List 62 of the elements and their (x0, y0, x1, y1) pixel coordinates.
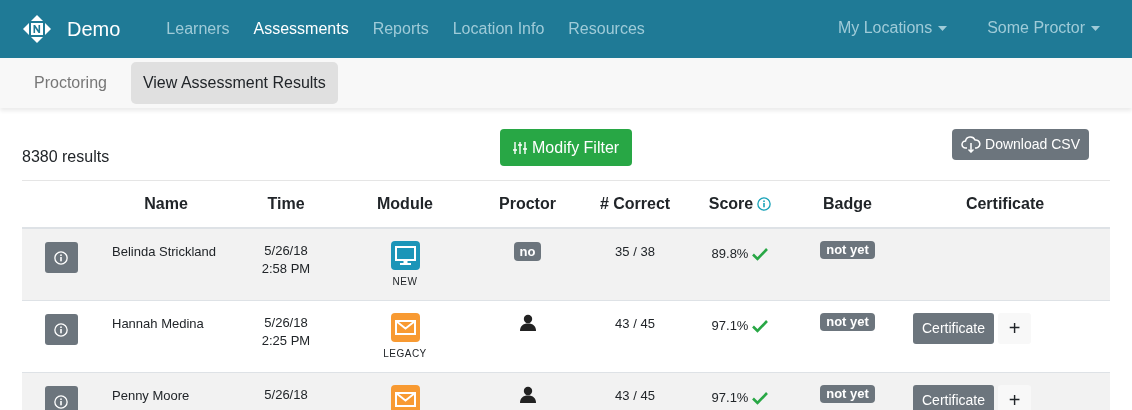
column-header: Certificate (965, 194, 1045, 214)
info-button[interactable] (44, 386, 78, 410)
learner-name: Penny Moore (111, 387, 191, 405)
person-icon (519, 314, 536, 331)
date-text: 5/26/18 (264, 386, 308, 404)
caret-icon (938, 25, 948, 31)
info-icon (54, 322, 68, 337)
certificate-button[interactable]: Certificate (913, 313, 995, 344)
nav-link[interactable]: Resources (568, 17, 645, 41)
download-csv-button[interactable]: Download CSV (952, 129, 1089, 160)
info-icon (54, 394, 68, 409)
envelope-icon (390, 385, 420, 410)
cloud-download-icon (961, 136, 982, 153)
proctor-badge: no (513, 242, 542, 261)
column-header: Proctor (499, 194, 556, 214)
time-text: 2:58 PM (261, 260, 311, 278)
learner-name: Hannah Medina (111, 315, 205, 333)
monitor-icon (390, 241, 420, 270)
column-header: Badge (823, 194, 872, 214)
person-icon (519, 386, 536, 403)
module-label: NEW (392, 275, 418, 289)
envelope-icon (390, 313, 420, 342)
logo-icon (22, 14, 52, 44)
score-text: 97.1% (711, 317, 749, 335)
sliders-icon (513, 140, 527, 155)
certificate-button[interactable]: Certificate (913, 385, 995, 410)
column-header: Score (708, 194, 754, 214)
learner-name: Belinda Strickland (111, 243, 218, 261)
badge-status: not yet (820, 385, 875, 403)
score-text: 89.8% (711, 245, 749, 263)
caret-icon (1091, 25, 1100, 31)
correct-count: 35 / 38 (614, 243, 656, 261)
column-header: # Correct (599, 194, 671, 214)
info-button[interactable] (44, 242, 78, 273)
correct-count: 43 / 45 (614, 387, 656, 405)
result-count: 8380 results (22, 147, 110, 167)
info-icon (757, 197, 772, 211)
nav-link[interactable]: Location Info (452, 17, 545, 41)
brand-name: Demo (67, 17, 121, 42)
nav-link[interactable]: Reports (372, 17, 429, 41)
modify-filter-button[interactable]: Modify Filter (500, 129, 633, 166)
info-button[interactable] (44, 314, 78, 345)
column-header: Module (377, 194, 433, 214)
nav-link[interactable]: Assessments (253, 17, 349, 41)
add-button[interactable]: + (998, 313, 1032, 344)
score-text: 97.1% (711, 389, 749, 407)
dropdown-menu[interactable]: My Locations (837, 16, 948, 40)
date-text: 5/26/18 (264, 242, 308, 260)
subnav-tab[interactable]: Proctoring (22, 62, 119, 104)
add-button[interactable]: + (998, 385, 1032, 410)
dropdown-menu[interactable]: Some Proctor (987, 16, 1100, 40)
badge-status: not yet (820, 313, 875, 331)
correct-count: 43 / 45 (614, 315, 656, 333)
date-text: 5/26/18 (264, 314, 308, 332)
column-header: Name (144, 194, 188, 214)
info-icon (54, 250, 68, 265)
badge-status: not yet (820, 241, 875, 259)
nav-link[interactable]: Learners (166, 17, 230, 41)
subnav-tab[interactable]: View Assessment Results (130, 62, 338, 104)
time-text: 2:25 PM (261, 332, 311, 350)
module-label: LEGACY (383, 347, 427, 361)
column-header: Time (267, 194, 305, 214)
